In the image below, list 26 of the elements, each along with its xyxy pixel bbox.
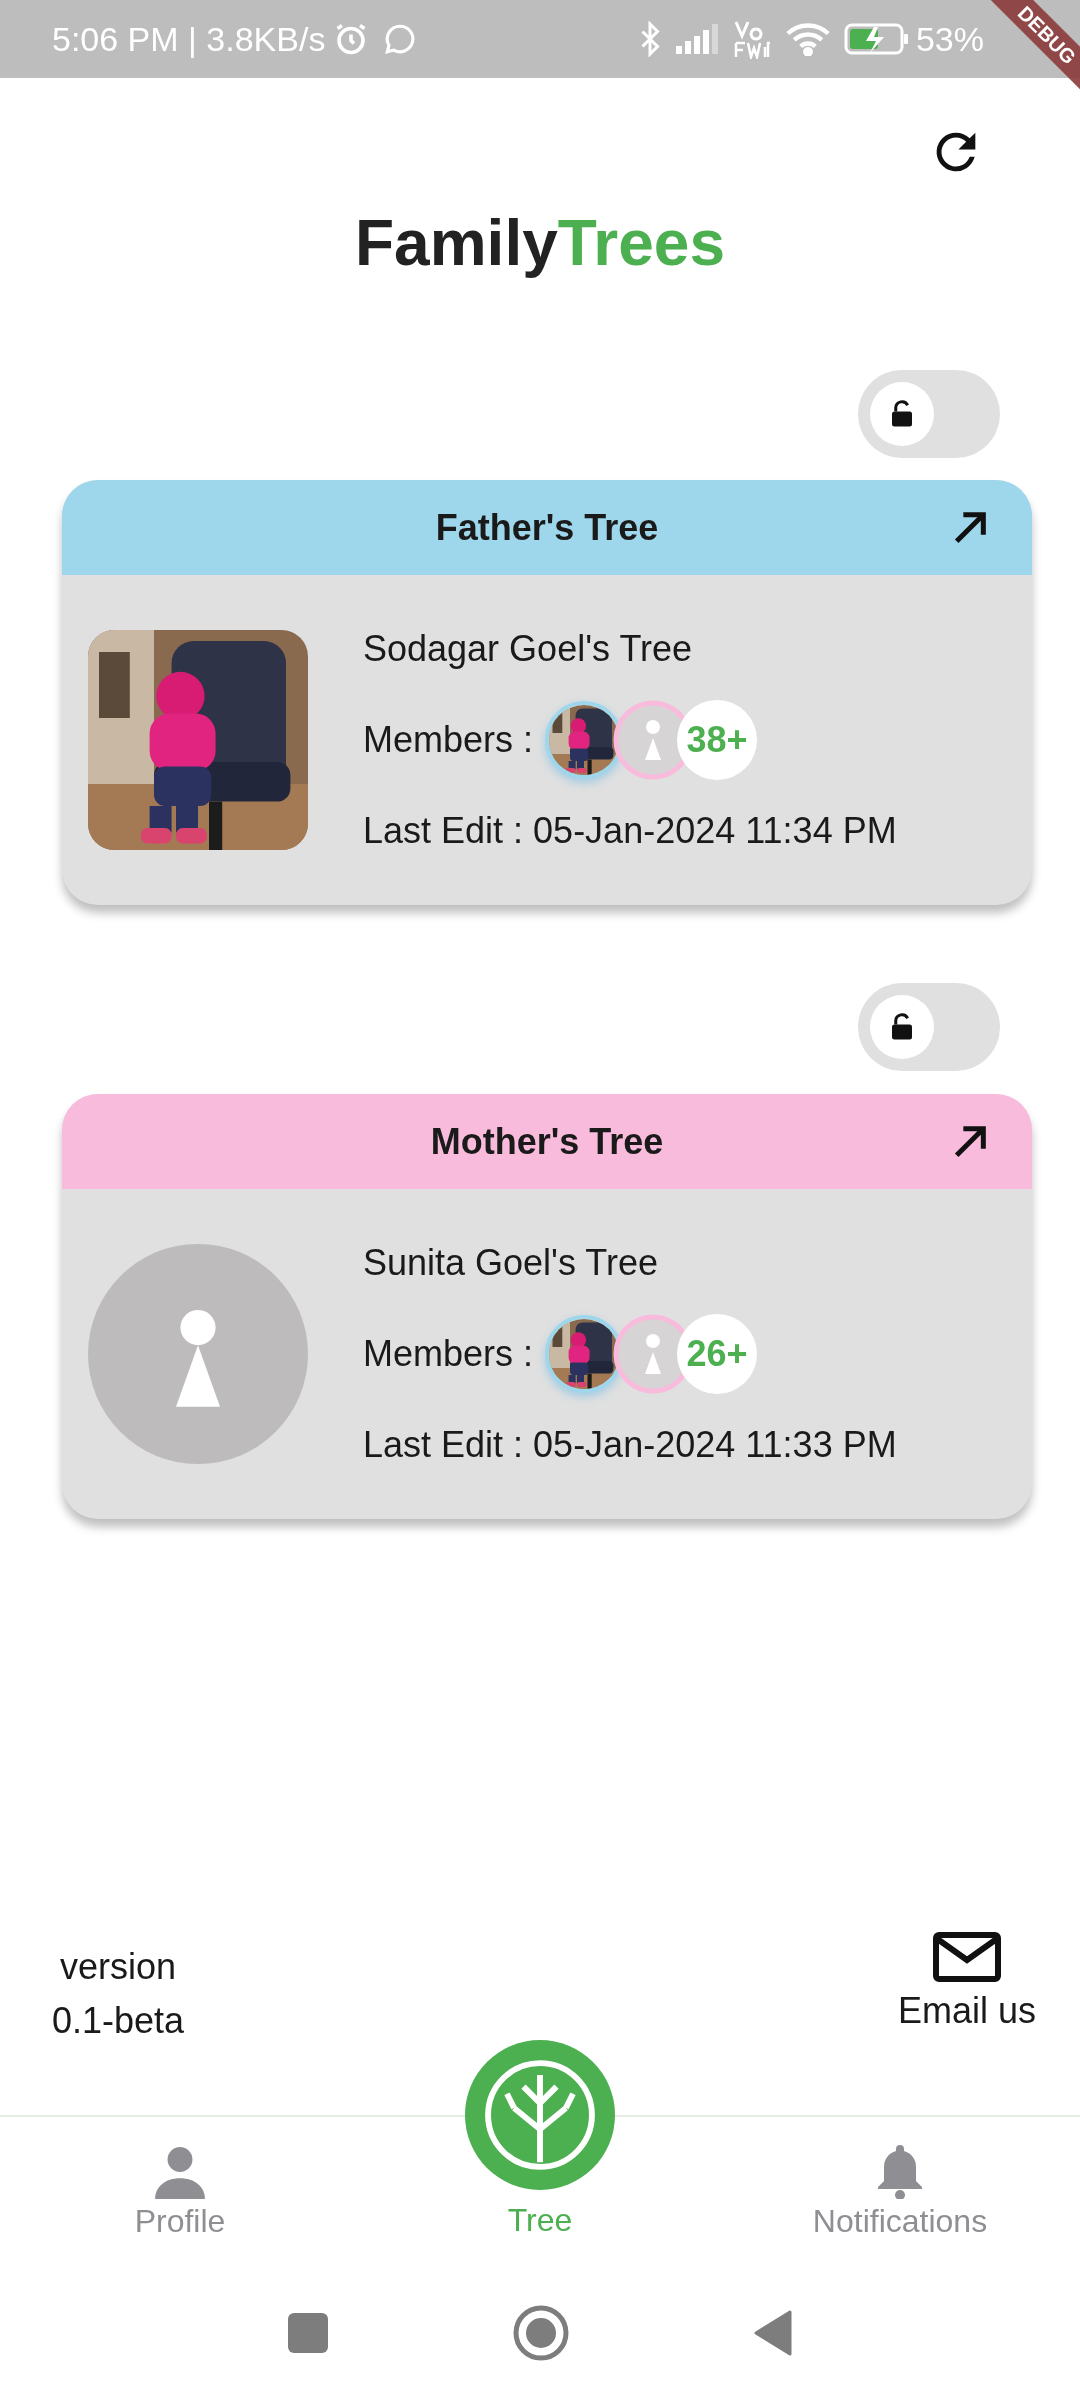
member-count: 38+ [677, 700, 758, 780]
tree-name: Sunita Goel's Tree [363, 1241, 660, 1285]
member-count: 26+ [677, 1314, 758, 1394]
back-button[interactable] [754, 2310, 792, 2356]
members-label: Members : [363, 1332, 534, 1376]
tree-name: Sodagar Goel's Tree [363, 627, 694, 671]
mail-icon [932, 1932, 1001, 1982]
person-icon [155, 2145, 205, 2199]
card-title: Father's Tree [435, 505, 659, 550]
last-edit: Last Edit : 05-Jan-2024 11:33 PM [363, 1423, 897, 1467]
status-time: 5:06 PM | 3.8KB/s [52, 18, 326, 60]
battery-icon [843, 23, 910, 55]
tree-card[interactable]: Mother's Tree Sunita Goel's Tree Members : 26+ Last Edit : 05-Jan-2024 11:33 PM [62, 1094, 1032, 1519]
version-label: version [60, 1945, 177, 1989]
members-label: Members : [363, 718, 534, 762]
wifi-icon [785, 22, 830, 56]
last-edit: Last Edit : 05-Jan-2024 11:34 PM [363, 809, 897, 853]
card-title: Mother's Tree [430, 1119, 664, 1164]
avatar-placeholder-icon [88, 1244, 308, 1464]
bell-icon [875, 2143, 925, 2199]
tree-card[interactable]: Father's Tree Sodagar Goel's Tree Members : 38+ Last Edit : 05-Jan-2024 11:34 PM [62, 480, 1032, 905]
battery-percent: 53% [915, 18, 984, 60]
version-number: 0.1-beta [52, 1999, 185, 2043]
email-button[interactable]: Email us [897, 1932, 1036, 2038]
app-title: FamilyTrees [354, 206, 726, 281]
home-button[interactable] [513, 2305, 569, 2361]
